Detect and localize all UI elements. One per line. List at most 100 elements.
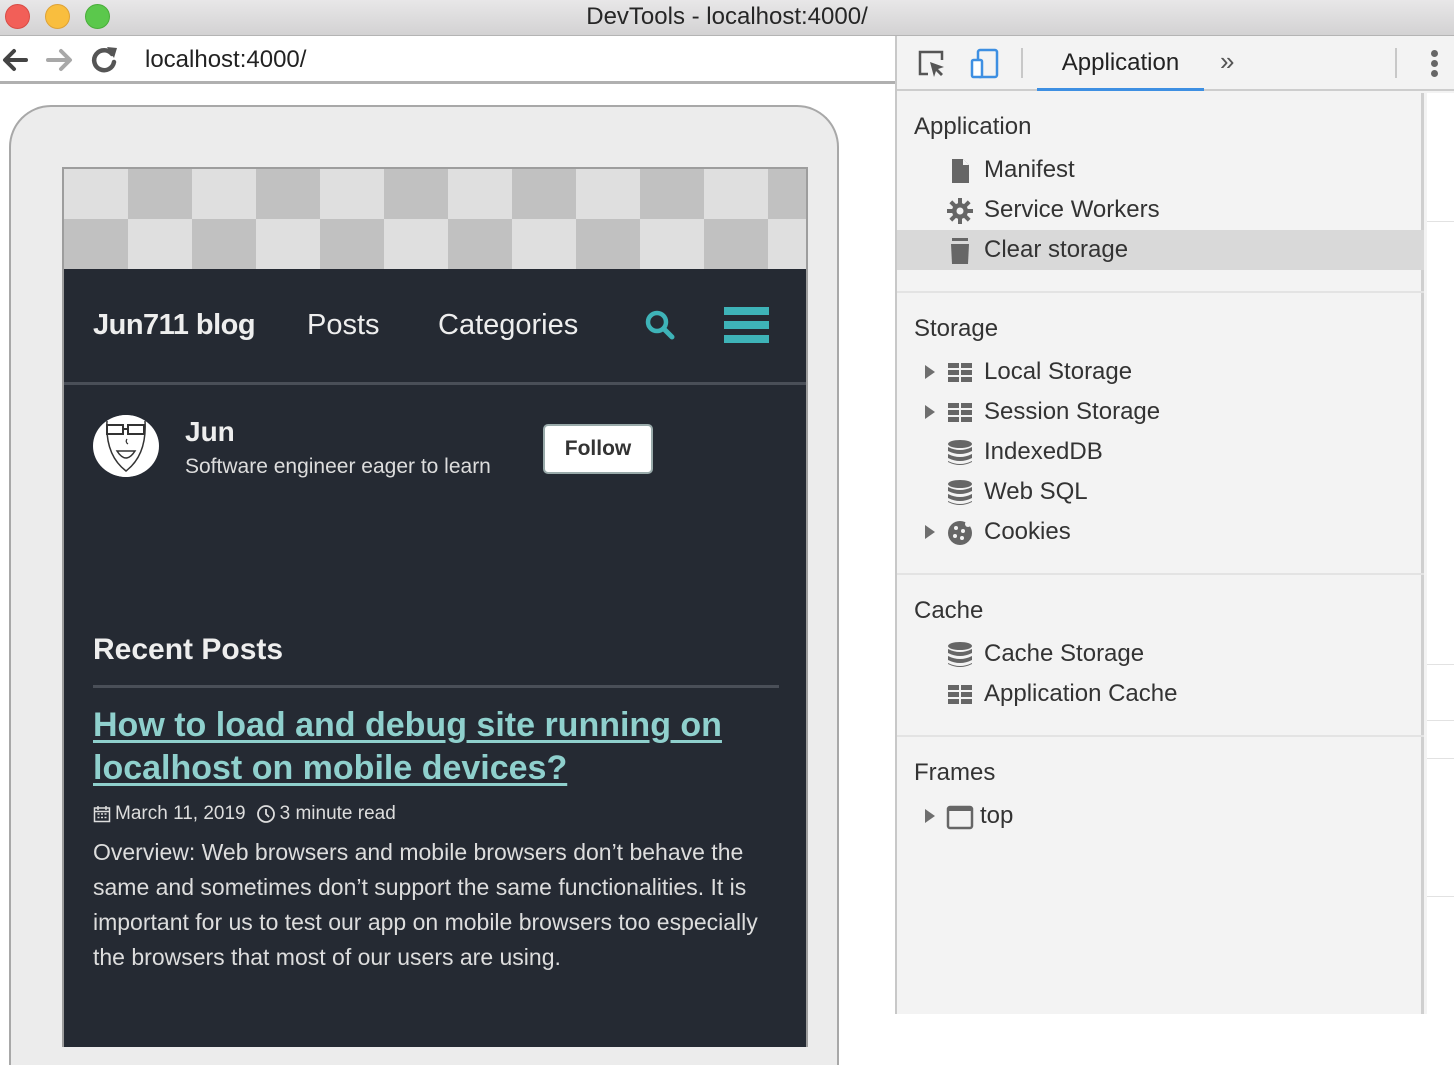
gear-icon xyxy=(947,198,973,224)
sidebar-item-cookies[interactable]: Cookies xyxy=(897,512,1424,552)
checker-cell xyxy=(256,219,320,269)
checker-cell xyxy=(448,169,512,219)
sidebar-item-label: top xyxy=(980,802,1014,829)
checker-cell xyxy=(256,169,320,219)
checker-cell xyxy=(320,219,384,269)
sidebar-item-label: Session Storage xyxy=(984,398,1161,425)
checker-cell xyxy=(64,219,128,269)
kebab-menu-icon[interactable] xyxy=(1427,50,1441,78)
sidebar-item-top[interactable]: top xyxy=(897,796,1424,836)
checker-cell xyxy=(704,219,768,269)
sidebar-item-label: Manifest xyxy=(984,156,1075,183)
checker-cell xyxy=(768,169,806,219)
page-viewport: Jun711 blog Posts Categories Jun Softwar… xyxy=(0,87,895,1065)
clock-icon xyxy=(256,805,275,823)
section-divider xyxy=(897,291,1424,293)
expand-arrow-icon[interactable] xyxy=(925,525,935,539)
grid-icon xyxy=(948,363,972,382)
database-icon xyxy=(948,642,972,667)
sidebar-item-service-workers[interactable]: Service Workers xyxy=(897,190,1424,230)
sidebar-item-label: Cache Storage xyxy=(984,640,1145,667)
browser-pane: localhost:4000/ Jun711 blog Posts Catego… xyxy=(0,36,895,1065)
sidebar-item-label: Application Cache xyxy=(984,680,1178,707)
section-title-frames: Frames xyxy=(914,759,996,786)
follow-button[interactable]: Follow xyxy=(543,424,653,474)
checker-cell xyxy=(192,169,256,219)
nav-link-posts[interactable]: Posts xyxy=(307,309,380,342)
section-title-storage: Storage xyxy=(914,315,999,342)
hamburger-menu-icon[interactable] xyxy=(724,307,769,345)
device-frame: Jun711 blog Posts Categories Jun Softwar… xyxy=(9,105,839,1065)
post-read-time: 3 minute read xyxy=(279,803,396,824)
checker-cell xyxy=(448,219,512,269)
sidebar-item-web-sql[interactable]: Web SQL xyxy=(897,472,1424,512)
divider xyxy=(93,685,779,688)
sidebar-item-label: Cookies xyxy=(984,518,1071,545)
section-divider xyxy=(897,573,1424,575)
device-toolbar-icon[interactable] xyxy=(969,48,1001,80)
sidebar-item-application-cache[interactable]: Application Cache xyxy=(897,674,1424,714)
recent-posts-heading: Recent Posts xyxy=(93,633,284,666)
checker-cell xyxy=(128,219,192,269)
checker-cell xyxy=(768,219,806,269)
devtools-panel: Application » Application Manifest Service… xyxy=(895,36,1454,1014)
expand-arrow-icon[interactable] xyxy=(925,365,935,379)
detail-pane xyxy=(1427,93,1454,1014)
expand-arrow-icon[interactable] xyxy=(925,405,935,419)
tab-application[interactable]: Application xyxy=(1037,36,1204,91)
inspect-element-icon[interactable] xyxy=(916,48,948,80)
sidebar-item-label: IndexedDB xyxy=(984,438,1103,465)
cookie-icon xyxy=(948,521,972,545)
back-arrow-icon[interactable] xyxy=(0,44,32,76)
sidebar-item-clear-storage[interactable]: Clear storage xyxy=(897,230,1424,270)
toolbar-separator xyxy=(1021,48,1023,78)
expand-arrow-icon[interactable] xyxy=(925,809,935,823)
nav-link-categories[interactable]: Categories xyxy=(438,309,578,342)
checker-cell xyxy=(384,169,448,219)
calendar-icon xyxy=(93,806,111,823)
address-bar: localhost:4000/ xyxy=(0,36,895,84)
post-meta: March 11, 2019 3 minute read xyxy=(93,803,396,825)
grid-icon xyxy=(948,403,972,422)
section-title-cache: Cache xyxy=(914,597,984,624)
author-name: Jun xyxy=(185,416,235,447)
window-title: DevTools - localhost:4000/ xyxy=(586,3,868,30)
more-tabs-chevron-icon[interactable]: » xyxy=(1220,46,1234,77)
sidebar-item-cache-storage[interactable]: Cache Storage xyxy=(897,634,1424,674)
site-header: Jun711 blog Posts Categories xyxy=(64,269,806,385)
sidebar-item-label: Web SQL xyxy=(984,478,1088,505)
section-divider xyxy=(897,735,1424,737)
section-title-application: Application xyxy=(914,113,1032,140)
devtools-toolbar: Application » xyxy=(897,36,1454,91)
post-excerpt: Overview: Web browsers and mobile browse… xyxy=(93,839,758,970)
sidebar-item-label: Clear storage xyxy=(984,236,1129,263)
database-icon xyxy=(948,440,972,465)
checker-cell xyxy=(704,169,768,219)
url-field[interactable]: localhost:4000/ xyxy=(145,46,306,74)
site-brand-link[interactable]: Jun711 blog xyxy=(93,309,256,342)
checker-cell xyxy=(576,219,640,269)
sidebar-item-session-storage[interactable]: Session Storage xyxy=(897,392,1424,432)
sidebar-item-label: Local Storage xyxy=(984,358,1133,385)
checker-cell xyxy=(576,169,640,219)
forward-arrow-icon[interactable] xyxy=(44,44,76,76)
checker-cell xyxy=(640,169,704,219)
post-title-link[interactable]: How to load and debug site running on lo… xyxy=(93,704,773,790)
author-profile: Jun Software engineer eager to learn Fol… xyxy=(64,388,806,508)
checkerboard-background xyxy=(64,169,806,269)
checker-cell xyxy=(512,169,576,219)
application-sidebar: Application Manifest Service Workers Clear … xyxy=(897,93,1424,1014)
sidebar-item-indexeddb[interactable]: IndexedDB xyxy=(897,432,1424,472)
checker-cell xyxy=(192,219,256,269)
checker-cell xyxy=(320,169,384,219)
author-bio: Software engineer eager to learn xyxy=(185,455,491,478)
search-icon[interactable] xyxy=(644,309,676,341)
document-icon xyxy=(952,159,969,183)
sidebar-item-manifest[interactable]: Manifest xyxy=(897,150,1424,190)
sidebar-item-label: Service Workers xyxy=(984,196,1160,223)
reload-icon[interactable] xyxy=(88,44,120,76)
toolbar-separator xyxy=(1395,48,1397,78)
avatar xyxy=(93,415,159,477)
sidebar-item-local-storage[interactable]: Local Storage xyxy=(897,352,1424,392)
window-titlebar: DevTools - localhost:4000/ xyxy=(0,0,1454,36)
